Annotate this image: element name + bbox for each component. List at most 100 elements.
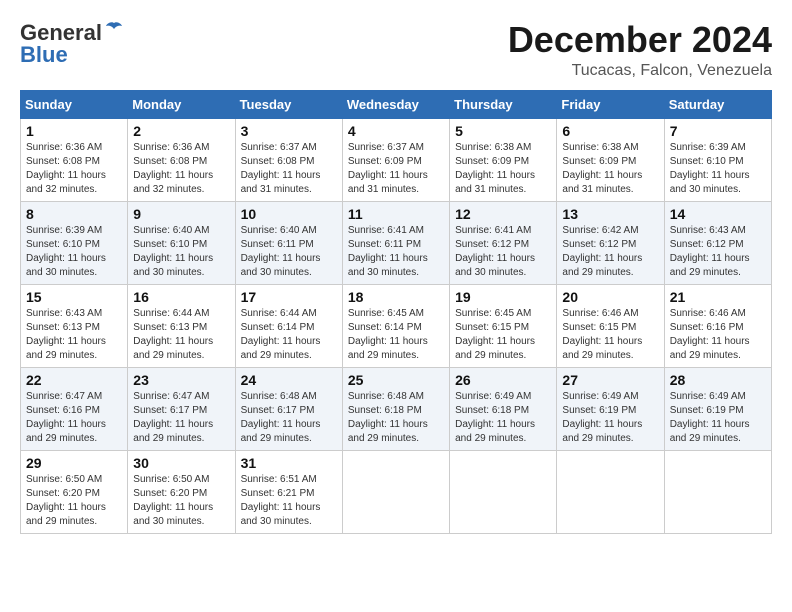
table-cell: [664, 450, 771, 533]
table-cell: 30 Sunrise: 6:50 AM Sunset: 6:20 PM Dayl…: [128, 450, 235, 533]
month-title: December 2024: [508, 20, 772, 60]
header-friday: Friday: [557, 90, 664, 118]
table-cell: 31 Sunrise: 6:51 AM Sunset: 6:21 PM Dayl…: [235, 450, 342, 533]
day-number: 11: [348, 206, 444, 222]
day-info: Sunrise: 6:44 AM Sunset: 6:13 PM Dayligh…: [133, 307, 229, 363]
calendar-row-2: 8 Sunrise: 6:39 AM Sunset: 6:10 PM Dayli…: [21, 201, 772, 284]
table-cell: 21 Sunrise: 6:46 AM Sunset: 6:16 PM Dayl…: [664, 284, 771, 367]
day-info: Sunrise: 6:38 AM Sunset: 6:09 PM Dayligh…: [562, 141, 658, 197]
day-info: Sunrise: 6:47 AM Sunset: 6:17 PM Dayligh…: [133, 390, 229, 446]
day-number: 21: [670, 289, 766, 305]
day-number: 20: [562, 289, 658, 305]
table-cell: 8 Sunrise: 6:39 AM Sunset: 6:10 PM Dayli…: [21, 201, 128, 284]
day-info: Sunrise: 6:46 AM Sunset: 6:16 PM Dayligh…: [670, 307, 766, 363]
table-cell: 5 Sunrise: 6:38 AM Sunset: 6:09 PM Dayli…: [450, 118, 557, 201]
location: Tucacas, Falcon, Venezuela: [508, 62, 772, 80]
table-cell: 20 Sunrise: 6:46 AM Sunset: 6:15 PM Dayl…: [557, 284, 664, 367]
table-cell: 29 Sunrise: 6:50 AM Sunset: 6:20 PM Dayl…: [21, 450, 128, 533]
day-info: Sunrise: 6:41 AM Sunset: 6:11 PM Dayligh…: [348, 224, 444, 280]
day-number: 17: [241, 289, 337, 305]
day-info: Sunrise: 6:49 AM Sunset: 6:19 PM Dayligh…: [562, 390, 658, 446]
day-info: Sunrise: 6:50 AM Sunset: 6:20 PM Dayligh…: [26, 473, 122, 529]
day-info: Sunrise: 6:41 AM Sunset: 6:12 PM Dayligh…: [455, 224, 551, 280]
day-number: 12: [455, 206, 551, 222]
header-wednesday: Wednesday: [342, 90, 449, 118]
logo: General Blue: [20, 20, 124, 68]
header-thursday: Thursday: [450, 90, 557, 118]
day-number: 28: [670, 372, 766, 388]
page-header: General Blue December 2024 Tucacas, Falc…: [20, 20, 772, 80]
day-info: Sunrise: 6:40 AM Sunset: 6:11 PM Dayligh…: [241, 224, 337, 280]
day-number: 9: [133, 206, 229, 222]
table-cell: [342, 450, 449, 533]
day-info: Sunrise: 6:43 AM Sunset: 6:13 PM Dayligh…: [26, 307, 122, 363]
day-info: Sunrise: 6:42 AM Sunset: 6:12 PM Dayligh…: [562, 224, 658, 280]
day-number: 18: [348, 289, 444, 305]
day-info: Sunrise: 6:49 AM Sunset: 6:18 PM Dayligh…: [455, 390, 551, 446]
day-number: 14: [670, 206, 766, 222]
day-number: 1: [26, 123, 122, 139]
calendar-table: Sunday Monday Tuesday Wednesday Thursday…: [20, 90, 772, 534]
calendar-row-4: 22 Sunrise: 6:47 AM Sunset: 6:16 PM Dayl…: [21, 367, 772, 450]
header-tuesday: Tuesday: [235, 90, 342, 118]
table-cell: [450, 450, 557, 533]
calendar-row-1: 1 Sunrise: 6:36 AM Sunset: 6:08 PM Dayli…: [21, 118, 772, 201]
day-info: Sunrise: 6:36 AM Sunset: 6:08 PM Dayligh…: [133, 141, 229, 197]
day-number: 4: [348, 123, 444, 139]
table-cell: [557, 450, 664, 533]
day-info: Sunrise: 6:39 AM Sunset: 6:10 PM Dayligh…: [670, 141, 766, 197]
table-cell: 3 Sunrise: 6:37 AM Sunset: 6:08 PM Dayli…: [235, 118, 342, 201]
table-cell: 13 Sunrise: 6:42 AM Sunset: 6:12 PM Dayl…: [557, 201, 664, 284]
day-info: Sunrise: 6:39 AM Sunset: 6:10 PM Dayligh…: [26, 224, 122, 280]
day-info: Sunrise: 6:40 AM Sunset: 6:10 PM Dayligh…: [133, 224, 229, 280]
table-cell: 9 Sunrise: 6:40 AM Sunset: 6:10 PM Dayli…: [128, 201, 235, 284]
day-info: Sunrise: 6:37 AM Sunset: 6:08 PM Dayligh…: [241, 141, 337, 197]
day-number: 19: [455, 289, 551, 305]
day-number: 5: [455, 123, 551, 139]
table-cell: 16 Sunrise: 6:44 AM Sunset: 6:13 PM Dayl…: [128, 284, 235, 367]
day-info: Sunrise: 6:45 AM Sunset: 6:14 PM Dayligh…: [348, 307, 444, 363]
day-info: Sunrise: 6:36 AM Sunset: 6:08 PM Dayligh…: [26, 141, 122, 197]
table-cell: 28 Sunrise: 6:49 AM Sunset: 6:19 PM Dayl…: [664, 367, 771, 450]
calendar-row-5: 29 Sunrise: 6:50 AM Sunset: 6:20 PM Dayl…: [21, 450, 772, 533]
day-number: 6: [562, 123, 658, 139]
day-number: 22: [26, 372, 122, 388]
header-monday: Monday: [128, 90, 235, 118]
table-cell: 23 Sunrise: 6:47 AM Sunset: 6:17 PM Dayl…: [128, 367, 235, 450]
day-number: 26: [455, 372, 551, 388]
day-number: 7: [670, 123, 766, 139]
day-info: Sunrise: 6:47 AM Sunset: 6:16 PM Dayligh…: [26, 390, 122, 446]
header-saturday: Saturday: [664, 90, 771, 118]
day-number: 27: [562, 372, 658, 388]
table-cell: 15 Sunrise: 6:43 AM Sunset: 6:13 PM Dayl…: [21, 284, 128, 367]
day-number: 8: [26, 206, 122, 222]
day-number: 29: [26, 455, 122, 471]
day-number: 23: [133, 372, 229, 388]
table-cell: 22 Sunrise: 6:47 AM Sunset: 6:16 PM Dayl…: [21, 367, 128, 450]
logo-bird-icon: [104, 21, 124, 41]
logo-blue: Blue: [20, 42, 68, 68]
day-info: Sunrise: 6:45 AM Sunset: 6:15 PM Dayligh…: [455, 307, 551, 363]
day-info: Sunrise: 6:51 AM Sunset: 6:21 PM Dayligh…: [241, 473, 337, 529]
table-cell: 10 Sunrise: 6:40 AM Sunset: 6:11 PM Dayl…: [235, 201, 342, 284]
day-info: Sunrise: 6:48 AM Sunset: 6:18 PM Dayligh…: [348, 390, 444, 446]
table-cell: 14 Sunrise: 6:43 AM Sunset: 6:12 PM Dayl…: [664, 201, 771, 284]
day-info: Sunrise: 6:44 AM Sunset: 6:14 PM Dayligh…: [241, 307, 337, 363]
table-cell: 24 Sunrise: 6:48 AM Sunset: 6:17 PM Dayl…: [235, 367, 342, 450]
day-info: Sunrise: 6:46 AM Sunset: 6:15 PM Dayligh…: [562, 307, 658, 363]
day-number: 15: [26, 289, 122, 305]
calendar-row-3: 15 Sunrise: 6:43 AM Sunset: 6:13 PM Dayl…: [21, 284, 772, 367]
table-cell: 12 Sunrise: 6:41 AM Sunset: 6:12 PM Dayl…: [450, 201, 557, 284]
table-cell: 4 Sunrise: 6:37 AM Sunset: 6:09 PM Dayli…: [342, 118, 449, 201]
day-number: 10: [241, 206, 337, 222]
table-cell: 18 Sunrise: 6:45 AM Sunset: 6:14 PM Dayl…: [342, 284, 449, 367]
day-info: Sunrise: 6:38 AM Sunset: 6:09 PM Dayligh…: [455, 141, 551, 197]
title-section: December 2024 Tucacas, Falcon, Venezuela: [508, 20, 772, 80]
day-number: 24: [241, 372, 337, 388]
day-number: 13: [562, 206, 658, 222]
table-cell: 26 Sunrise: 6:49 AM Sunset: 6:18 PM Dayl…: [450, 367, 557, 450]
day-number: 30: [133, 455, 229, 471]
day-number: 25: [348, 372, 444, 388]
day-number: 3: [241, 123, 337, 139]
table-cell: 6 Sunrise: 6:38 AM Sunset: 6:09 PM Dayli…: [557, 118, 664, 201]
